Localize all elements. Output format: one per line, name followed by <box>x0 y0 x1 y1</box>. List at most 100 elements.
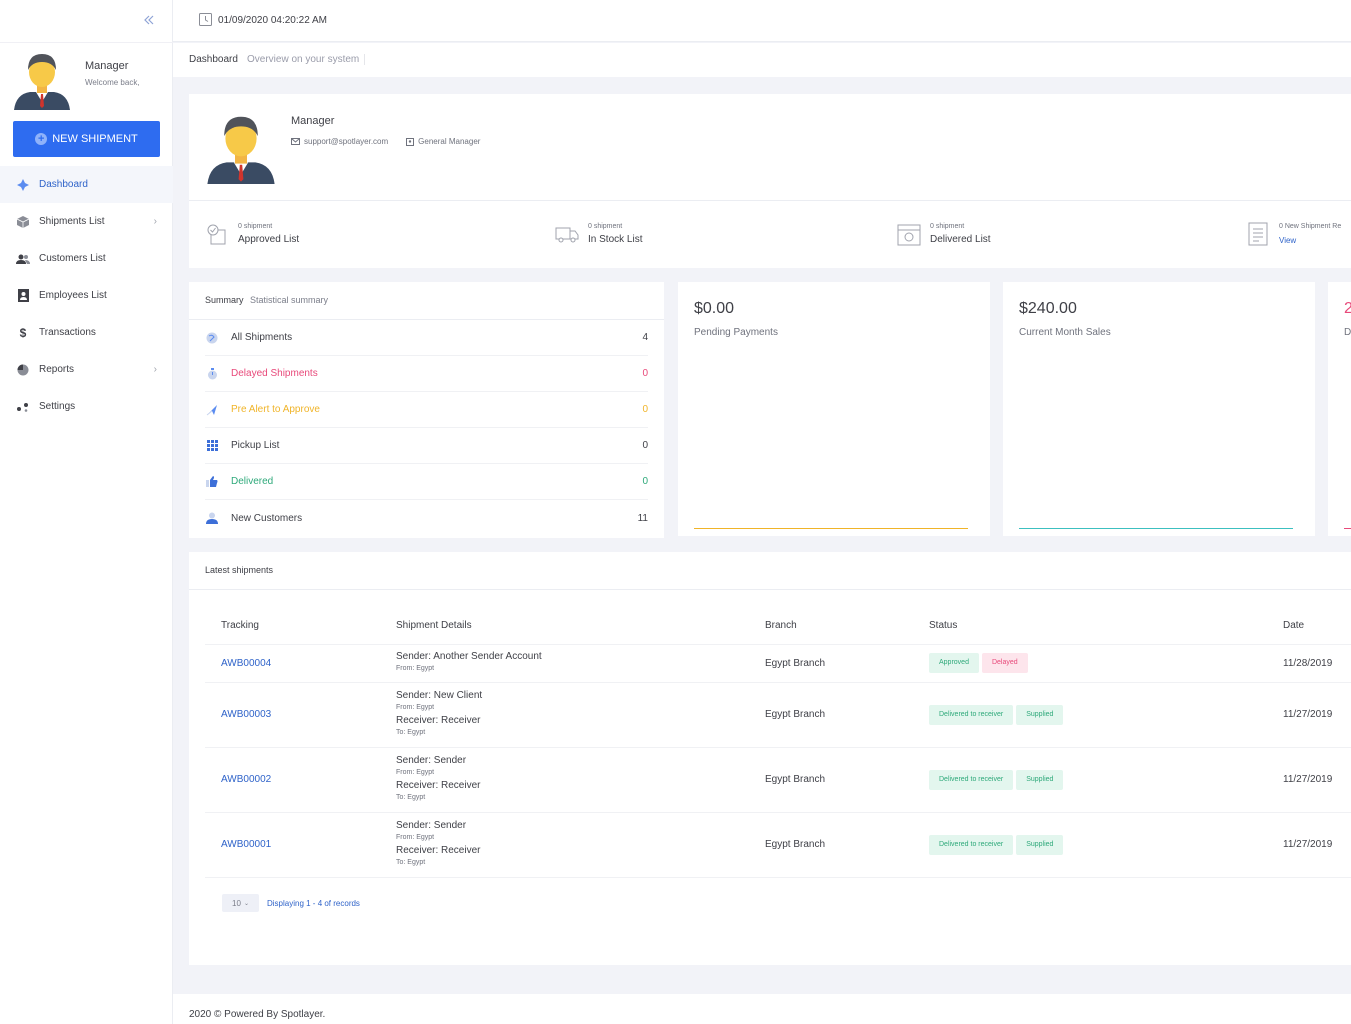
chevron-right-icon: › <box>153 364 157 375</box>
summary-row-pre-alert[interactable]: Pre Alert to Approve 0 <box>205 392 648 428</box>
sender: Sender: Sender <box>396 754 467 766</box>
dashboard-icon <box>16 178 30 192</box>
role-text: General Manager <box>418 137 481 146</box>
tracking-link[interactable]: AWB00004 <box>205 644 380 683</box>
tracking-link[interactable]: AWB00002 <box>205 747 380 813</box>
status-badge: Supplied <box>1016 769 1064 790</box>
date: 11/27/2019 <box>1267 747 1351 813</box>
chevron-down-icon: ⌄ <box>243 900 249 907</box>
receiver: Receiver: Receiver <box>396 844 481 856</box>
sidebar-item-label: Employees List <box>39 290 107 301</box>
status-badge: Supplied <box>1016 834 1064 855</box>
sidebar-divider <box>0 42 173 43</box>
column-header[interactable]: Status <box>913 608 1267 645</box>
sidebar-item-settings[interactable]: Settings <box>0 388 173 425</box>
id-badge-icon <box>406 137 415 146</box>
tracking-link[interactable]: AWB00003 <box>205 682 380 748</box>
sidebar-profile: Manager Welcome back, <box>12 50 172 112</box>
summary-row-delivered[interactable]: Delivered 0 <box>205 464 648 500</box>
sidebar-item-employees[interactable]: Employees List <box>0 277 173 314</box>
from: From: Egypt <box>396 703 435 711</box>
summary-row-all[interactable]: All Shipments 4 <box>205 320 648 356</box>
summary-value: 11 <box>637 512 648 524</box>
summary-label: Delayed Shipments <box>231 368 318 379</box>
status-badge: Delivered to receiver <box>929 834 1014 855</box>
summary-card: Summary Statistical summary All Shipment… <box>189 282 664 538</box>
welcome-text: Welcome back, <box>85 78 140 87</box>
tracking-link[interactable]: AWB00001 <box>205 812 380 878</box>
sidebar-item-reports[interactable]: Reports › <box>0 351 173 388</box>
plane-icon <box>205 403 219 417</box>
receiver: Receiver: Receiver <box>396 714 481 726</box>
summary-label: All Shipments <box>231 332 293 343</box>
column-header[interactable]: Shipment Details <box>380 608 749 645</box>
sidebar-item-shipments[interactable]: Shipments List › <box>0 203 173 240</box>
footer: 2020 © Powered By Spotlayer. <box>173 994 1351 1024</box>
sidebar-item-customers[interactable]: Customers List <box>0 240 173 277</box>
summary-value: 0 <box>642 368 648 379</box>
status: Delivered to receiver Supplied <box>913 812 1267 878</box>
sidebar-item-transactions[interactable]: $ Transactions <box>0 314 173 351</box>
summary-header: Summary Statistical summary <box>189 282 664 320</box>
to: To: Egypt <box>396 858 426 866</box>
metric-label: Current Month Sales <box>1019 327 1111 338</box>
delivered-icon <box>897 224 921 246</box>
sidebar-item-dashboard[interactable]: Dashboard <box>0 166 173 203</box>
metric-card-partial: 2 D <box>1328 282 1351 536</box>
stat-count: 0 shipment <box>588 223 623 230</box>
date: 11/28/2019 <box>1267 644 1351 683</box>
view-link[interactable]: View <box>1279 236 1296 245</box>
shipments-table: Tracking Shipment Details Branch Status … <box>205 608 1351 878</box>
sidebar-item-label: Settings <box>39 401 76 412</box>
from: From: Egypt <box>396 833 435 841</box>
summary-label: Delivered <box>231 476 274 487</box>
stat-count: 0 New Shipment Re <box>1279 223 1342 230</box>
user-icon <box>205 511 219 525</box>
summary-row-delayed[interactable]: Delayed Shipments 0 <box>205 356 648 392</box>
summary-row-new-customers[interactable]: New Customers 11 <box>205 500 648 536</box>
users-icon <box>16 252 30 266</box>
stat-count: 0 shipment <box>238 223 273 230</box>
metric-amount: 2 <box>1344 300 1351 317</box>
page-description: Overview on your system <box>247 54 366 65</box>
shipment-details: Sender: Sender From: Egypt Receiver: Rec… <box>380 812 749 878</box>
shipment-details: Sender: Sender From: Egypt Receiver: Rec… <box>380 747 749 813</box>
calendar-clock-icon <box>199 13 212 26</box>
date: 11/27/2019 <box>1267 682 1351 748</box>
branch: Egypt Branch <box>749 747 913 813</box>
page-size-value: 10 <box>232 898 241 908</box>
summary-value: 0 <box>642 476 648 487</box>
thumbs-up-icon <box>205 475 219 489</box>
summary-row-pickup[interactable]: Pickup List 0 <box>205 428 648 464</box>
collapse-sidebar-icon[interactable] <box>142 13 156 27</box>
column-header[interactable]: Branch <box>749 608 913 645</box>
latest-shipments-card: Latest shipments Tracking Shipment Detai… <box>189 552 1351 965</box>
summary-title: Summary <box>205 295 244 305</box>
summary-description: Statistical summary <box>250 295 329 305</box>
table-row: AWB00004 Sender: Another Sender Account … <box>205 644 1351 683</box>
status-badge: Approved <box>929 653 979 673</box>
profile-email[interactable]: support@spotlayer.com <box>291 137 388 146</box>
plus-icon: + <box>35 133 48 145</box>
table-row: AWB00002 Sender: Sender From: Egypt Rece… <box>205 747 1351 813</box>
column-header[interactable]: Date <box>1267 608 1351 645</box>
profile-name: Manager <box>291 115 335 127</box>
sender: Sender: Sender <box>396 819 467 831</box>
new-shipment-button[interactable]: + NEW SHIPMENT <box>13 121 160 157</box>
summary-value: 4 <box>642 332 648 343</box>
sidebar-item-label: Reports <box>39 364 75 375</box>
status: Approved Delayed <box>913 644 1267 683</box>
branch: Egypt Branch <box>749 682 913 748</box>
metric-card-month-sales: $240.00 Current Month Sales <box>1003 282 1315 536</box>
user-name: Manager <box>85 60 129 72</box>
dollar-icon: $ <box>19 325 27 340</box>
records-info: Displaying 1 - 4 of records <box>267 898 360 908</box>
column-header[interactable]: Tracking <box>205 608 380 645</box>
branch: Egypt Branch <box>749 812 913 878</box>
page-size-select[interactable]: 10 ⌄ <box>222 894 259 912</box>
shipment-details: Sender: New Client From: Egypt Receiver:… <box>380 682 749 748</box>
to: To: Egypt <box>396 728 426 736</box>
receiver: Receiver: Receiver <box>396 779 481 791</box>
shipment-details: Sender: Another Sender Account From: Egy… <box>380 644 749 683</box>
from: From: Egypt <box>396 664 435 672</box>
